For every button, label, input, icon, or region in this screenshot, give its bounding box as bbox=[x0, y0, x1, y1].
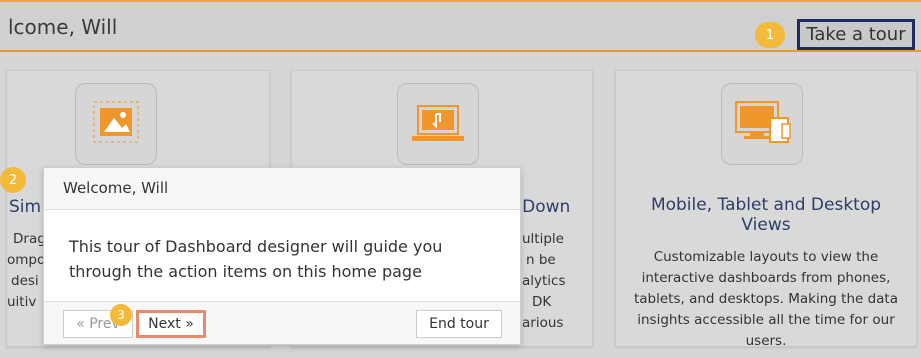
card-title-fragment: Sim bbox=[9, 197, 42, 217]
laptop-touch-icon bbox=[397, 83, 479, 165]
card-desc-fragment: ultiple bbox=[522, 231, 564, 247]
card-desc-fragment: alytics bbox=[522, 273, 566, 289]
tour-step-badge-2: 2 bbox=[0, 167, 26, 193]
devices-icon bbox=[721, 83, 803, 165]
end-tour-button[interactable]: End tour bbox=[416, 310, 502, 338]
tour-step-badge-1: 1 bbox=[755, 22, 785, 48]
card-desc-fragment: n be bbox=[526, 252, 556, 268]
card-desc-fragment: DK bbox=[532, 294, 552, 310]
app-header: lcome, Will 1 Take a tour bbox=[0, 0, 921, 52]
card-desc-fragment: uitiv bbox=[7, 294, 37, 310]
popover-title: Welcome, Will bbox=[44, 168, 520, 210]
popover-body: This tour of Dashboard designer will gui… bbox=[69, 237, 443, 281]
card-desc-fragment: desi bbox=[11, 273, 39, 289]
card-desc-fragment: ompo bbox=[7, 252, 46, 268]
card-desc-fragment: Drag bbox=[13, 231, 46, 247]
card-desc-fragment: arious bbox=[522, 315, 564, 331]
next-button[interactable]: Next » bbox=[136, 310, 206, 338]
card-description: Customizable layouts to view the interac… bbox=[633, 249, 898, 349]
welcome-title: lcome, Will bbox=[8, 15, 118, 39]
tour-step-badge-3: 3 bbox=[110, 304, 132, 326]
card-title: Mobile, Tablet and Desktop Views bbox=[650, 195, 882, 235]
image-dashed-icon bbox=[75, 83, 157, 165]
take-a-tour-button[interactable]: Take a tour bbox=[797, 19, 915, 50]
feature-card-responsive-views: Mobile, Tablet and Desktop Views Customi… bbox=[615, 70, 917, 349]
